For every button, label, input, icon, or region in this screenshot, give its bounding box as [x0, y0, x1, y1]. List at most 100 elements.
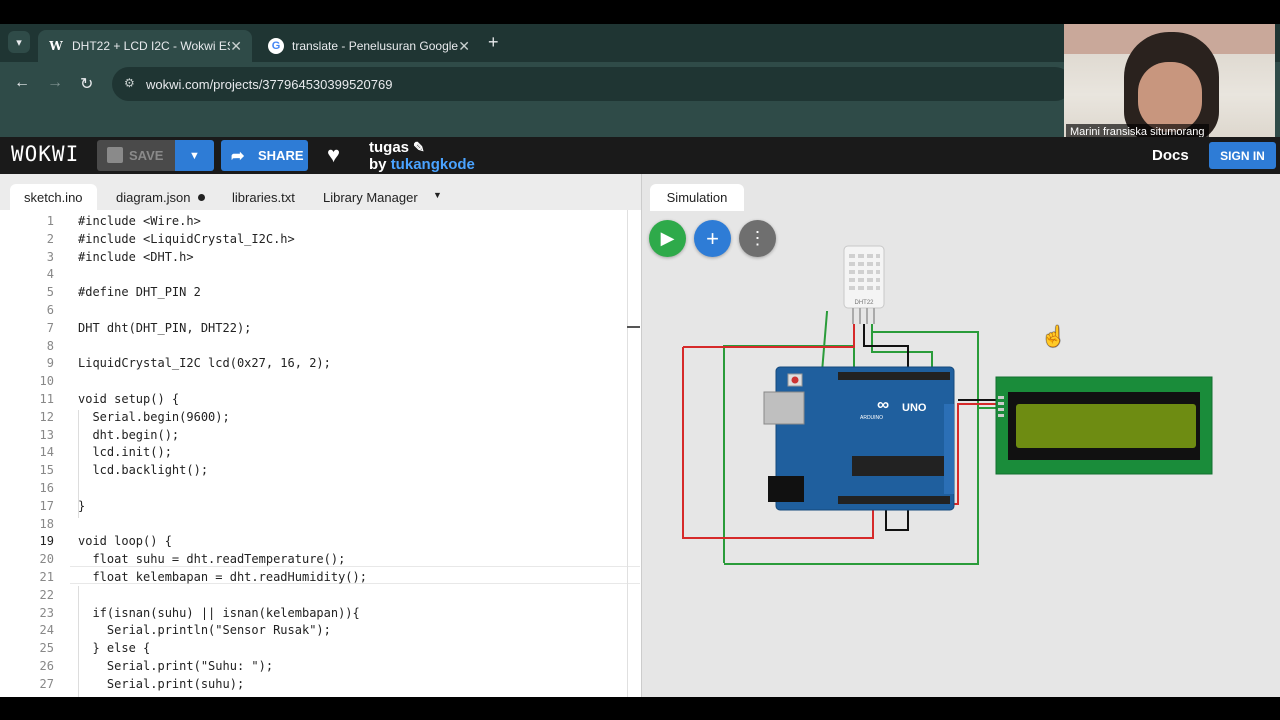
editor-scrollbar[interactable] — [627, 210, 628, 697]
code-line[interactable]: 24 Serial.println("Sensor Rusak"); — [0, 621, 641, 639]
reload-icon[interactable]: ↻ — [80, 74, 93, 94]
code-text: } — [78, 498, 86, 513]
browser-tab-google[interactable]: G translate - Penelusuran Google ✕ — [258, 30, 480, 62]
line-number: 14 — [39, 445, 54, 460]
code-line[interactable]: 11 void setup() { — [0, 390, 641, 408]
url-text: wokwi.com/projects/377964530399520769 — [146, 76, 393, 92]
code-line[interactable]: 21 float kelembapan = dht.readHumidity()… — [0, 568, 641, 586]
code-line[interactable]: 25 } else { — [0, 639, 641, 657]
site-settings-icon[interactable]: ⚙ — [124, 76, 135, 90]
code-text: #include <Wire.h> — [78, 214, 201, 228]
code-text: void loop() { — [78, 534, 172, 549]
line-number: 12 — [39, 409, 54, 424]
code-line[interactable]: 20 float suhu = dht.readTemperature(); — [0, 550, 641, 568]
sensor-label: DHT22 — [854, 300, 874, 306]
tab-title: DHT22 + LCD I2C - Wokwi ESP — [72, 39, 230, 53]
analog-header — [838, 496, 950, 504]
author-link[interactable]: tukangkode — [391, 156, 475, 173]
lcd-i2c-display[interactable] — [995, 376, 1213, 475]
floppy-disk-icon — [107, 147, 123, 163]
code-line[interactable]: 7 DHT dht(DHT_PIN, DHT22); — [0, 319, 641, 337]
code-text: if(isnan(suhu) || isnan(kelembapan)){ — [78, 605, 360, 620]
circuit-diagram[interactable]: DHT22 ∞ UNO ARDUINO — [642, 174, 1280, 697]
code-line[interactable]: 8 — [0, 337, 641, 355]
close-tab-icon[interactable]: ✕ — [230, 38, 242, 55]
line-number: 19 — [39, 534, 54, 549]
url-bar[interactable]: ⚙ wokwi.com/projects/377964530399520769 — [112, 67, 1072, 101]
code-line[interactable]: 10 — [0, 372, 641, 390]
save-dropdown-button[interactable]: ▼ — [175, 140, 214, 171]
code-line[interactable]: 1 #include <Wire.h> — [0, 212, 641, 230]
code-line[interactable]: 26 Serial.print("Suhu: "); — [0, 657, 641, 675]
line-number: 7 — [46, 320, 54, 335]
code-text: #define DHT_PIN 2 — [78, 285, 201, 300]
code-line[interactable]: 5 #define DHT_PIN 2 — [0, 283, 641, 301]
code-line[interactable]: 4 — [0, 265, 641, 283]
docs-link[interactable]: Docs — [1152, 147, 1189, 164]
code-line[interactable]: 27 Serial.print(suhu); — [0, 675, 641, 693]
hand-pointer-icon: ☝ — [1041, 326, 1066, 348]
power-jack — [768, 476, 804, 502]
tab-diagram-json[interactable]: diagram.json — [116, 184, 206, 210]
code-text: lcd.backlight(); — [78, 463, 209, 478]
wire-red[interactable] — [683, 324, 855, 348]
wire-green[interactable] — [821, 311, 829, 373]
dht22-sensor[interactable]: DHT22 — [843, 245, 885, 324]
code-line[interactable]: 13 dht.begin(); — [0, 426, 641, 444]
line-number: 2 — [46, 231, 54, 246]
share-button[interactable]: ➦ SHARE — [221, 140, 308, 171]
heart-icon[interactable]: ♥ — [327, 142, 340, 168]
line-number: 13 — [39, 427, 54, 442]
forward-arrow-icon[interactable]: → — [47, 74, 63, 92]
board-label: UNO — [902, 402, 927, 414]
new-tab-icon[interactable]: + — [488, 32, 499, 53]
close-tab-icon[interactable]: ✕ — [458, 38, 470, 55]
code-line[interactable]: 12 Serial.begin(9600); — [0, 408, 641, 426]
tab-label: Library Manager — [323, 189, 418, 205]
tab-list-button[interactable]: ▾ — [8, 31, 30, 53]
code-text: lcd.init(); — [78, 445, 172, 460]
browser-tab-wokwi[interactable]: W DHT22 + LCD I2C - Wokwi ESP ✕ — [38, 30, 252, 62]
back-arrow-icon[interactable]: ← — [14, 74, 30, 92]
sign-in-button[interactable]: SIGN IN — [1209, 142, 1276, 169]
code-line[interactable]: 2 #include <LiquidCrystal_I2C.h> — [0, 230, 641, 248]
line-number: 18 — [39, 516, 54, 531]
code-text: void setup() { — [78, 392, 180, 406]
project-title-text: tugas — [369, 139, 410, 156]
line-number: 16 — [39, 481, 54, 495]
code-line[interactable]: 19 void loop() { — [0, 532, 641, 550]
save-button[interactable]: SAVE — [97, 140, 175, 171]
tab-libraries-txt[interactable]: libraries.txt — [232, 184, 295, 210]
project-title[interactable]: tugas ✎ — [369, 139, 425, 156]
line-number: 22 — [39, 587, 54, 602]
code-line[interactable]: 14 lcd.init(); — [0, 443, 641, 461]
webcam-overlay: Marini fransiska situmorang — [1064, 24, 1275, 142]
tab-label: sketch.ino — [24, 189, 83, 205]
code-text: float suhu = dht.readTemperature(); — [78, 552, 346, 567]
share-arrow-icon: ➦ — [231, 148, 245, 165]
code-line[interactable]: 15 lcd.backlight(); — [0, 461, 641, 479]
code-text: Serial.begin(9600); — [78, 409, 230, 424]
code-text: DHT dht(DHT_PIN, DHT22); — [78, 320, 252, 335]
code-line[interactable]: 16 — [0, 479, 641, 497]
wokwi-logo[interactable]: WOKWI — [11, 142, 79, 166]
code-line[interactable]: 22 — [0, 586, 641, 604]
simulation-panel: Simulation ▶ + ⋮ DHT22 ∞ UNO ARDUINO ☝ — [641, 174, 1280, 697]
code-line[interactable]: 23 if(isnan(suhu) || isnan(kelembapan)){ — [0, 604, 641, 622]
code-line[interactable]: 9 LiquidCrystal_I2C lcd(0x27, 16, 2); — [0, 354, 641, 372]
code-text: dht.begin(); — [78, 427, 180, 442]
save-label: SAVE — [129, 148, 164, 163]
arduino-uno-board[interactable]: ∞ UNO ARDUINO — [763, 366, 955, 511]
bottom-letterbox — [0, 697, 1280, 720]
line-number: 11 — [39, 392, 54, 406]
code-line[interactable]: 18 — [0, 515, 641, 533]
pencil-icon[interactable]: ✎ — [413, 139, 425, 155]
code-line[interactable]: 6 — [0, 301, 641, 319]
line-number: 23 — [39, 605, 54, 620]
tab-sketch-ino[interactable]: sketch.ino — [10, 184, 97, 210]
code-line[interactable]: 3 #include <DHT.h> — [0, 248, 641, 266]
tabs-dropdown-icon[interactable]: ▼ — [433, 190, 442, 200]
tab-library-manager[interactable]: Library Manager — [323, 184, 418, 210]
code-line[interactable]: 17} — [0, 497, 641, 515]
code-area[interactable]: 1 #include <Wire.h> 2 #include <LiquidCryst… — [0, 210, 641, 697]
